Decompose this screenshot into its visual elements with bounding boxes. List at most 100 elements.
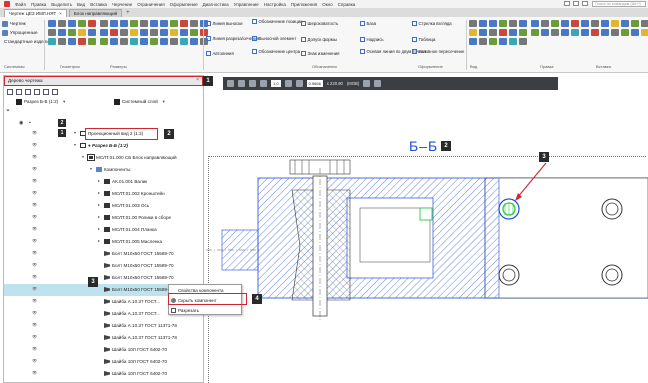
- expand-toggle-icon[interactable]: ▾: [74, 130, 76, 135]
- tree-row-label: АК.01.001 Валик: [112, 178, 148, 184]
- expand-toggle-icon[interactable]: ▸: [98, 190, 100, 195]
- eye-icon[interactable]: 👁: [32, 202, 37, 207]
- eye-icon[interactable]: 👁: [32, 310, 37, 315]
- part-node-icon: [104, 227, 110, 232]
- list-view-icon[interactable]: [16, 88, 22, 95]
- bolt-node-icon: [104, 311, 110, 316]
- tree-row-label: Шайба А.10.37 ГОСТ 11371-78: [112, 322, 177, 328]
- part-node-icon: [104, 215, 110, 220]
- options-icon[interactable]: [52, 88, 58, 95]
- asm-node-icon: [87, 154, 95, 161]
- tree-row[interactable]: 👁 ▸ МСЛТ.01.005 Масленка: [4, 236, 204, 248]
- tree-row[interactable]: 👁 ▸ АК.01.001 Валик: [4, 176, 204, 188]
- view-selector-icon: [16, 98, 22, 105]
- roller: [291, 168, 351, 322]
- eye-icon[interactable]: 👁: [32, 298, 37, 303]
- bolt-node-icon: [104, 335, 110, 340]
- chevron-down-icon: ▼: [161, 99, 166, 104]
- tree-row-label: Шайба 10Л ГОСТ 6402-70: [112, 346, 167, 352]
- tree-row-label: Шайба 10Л ГОСТ 6402-70: [112, 370, 167, 376]
- tree-row-label: Болт М10х50 ГОСТ 15589-70: [112, 250, 174, 256]
- eye-icon[interactable]: 👁: [32, 346, 37, 351]
- tree-row-label: МСЛТ.01.004 Планка: [112, 226, 157, 232]
- bolt-node-icon: [104, 287, 110, 292]
- tree-row[interactable]: 👁 Шайба 10Л ГОСТ 6402-70: [4, 368, 204, 380]
- expand-toggle-icon[interactable]: ▸: [98, 178, 100, 183]
- expand-toggle-icon[interactable]: ▾: [82, 154, 84, 159]
- side-plate: [206, 229, 260, 271]
- eye-icon[interactable]: 👁: [32, 154, 37, 159]
- expand-toggle-icon[interactable]: ▸: [98, 226, 100, 231]
- chevron-down-icon: ▼: [62, 99, 67, 104]
- eye-column-icon: ◉: [19, 119, 24, 126]
- expand-icon[interactable]: [34, 88, 40, 95]
- tree-row[interactable]: 👁 Шайба А.10.37 ГОСТ 11371-78: [4, 320, 204, 332]
- tree-row-label: МСЛТ.01.000 СБ Блок направляющий: [96, 154, 177, 160]
- tree-row[interactable]: 👁 Болт М10х50 ГОСТ 15589-70: [4, 272, 204, 284]
- eye-icon[interactable]: 👁: [32, 190, 37, 195]
- expand-toggle-icon[interactable]: ▾: [90, 166, 92, 171]
- tree-row[interactable]: 👁 ▸ МСЛТ.01.004 Планка: [4, 224, 204, 236]
- bolt-node-icon: [104, 371, 110, 376]
- annotation-badge-3: 3: [88, 277, 98, 287]
- eye-icon[interactable]: 👁: [32, 322, 37, 327]
- tree-row[interactable]: 👁 Шайба 10Л ГОСТ 6402-70: [4, 356, 204, 368]
- highlight-hide-item: [168, 293, 247, 305]
- eye-icon[interactable]: 👁: [32, 142, 37, 147]
- eye-icon[interactable]: 👁: [32, 178, 37, 183]
- tree-row[interactable]: 👁 ▸ МСЛТ.01.00 Ролики в сборе: [4, 212, 204, 224]
- eye-icon[interactable]: 👁: [32, 334, 37, 339]
- tree-row[interactable]: 👁 ▾ ● Разрез Б-Б (1:2): [4, 140, 204, 152]
- menu-item-cut[interactable]: Разрезать: [169, 306, 243, 315]
- tree-column-badge: 2: [58, 119, 66, 127]
- tree-column-header: ◉ ▪: [4, 118, 204, 127]
- tree-row[interactable]: 👁 Болт М10х50 ГОСТ 15589-70: [4, 260, 204, 272]
- part-node-icon: [104, 191, 110, 196]
- tree-row[interactable]: 👁 ▸ МСЛТ.01.003 Ось: [4, 200, 204, 212]
- tree-row-label: МСЛТ.01.00 Ролики в сборе: [112, 214, 172, 220]
- part-node-icon: [104, 203, 110, 208]
- tree-row-label: Шайба 10Л ГОСТ 6402-70: [112, 358, 167, 364]
- tree-row[interactable]: 👁 Шайба 10Л ГОСТ 6402-70: [4, 344, 204, 356]
- annotation-badge-4: 4: [252, 294, 262, 304]
- tree-row-label: Компоненты: [104, 166, 131, 172]
- tree-row[interactable]: 👁 ▾ Компоненты: [4, 164, 204, 176]
- eye-icon[interactable]: 👁: [32, 214, 37, 219]
- tree-row[interactable]: 👁 ▸ МСЛТ.01.002 Кронштейн: [4, 188, 204, 200]
- bolt-node-icon: [104, 359, 110, 364]
- eye-icon[interactable]: 👁: [32, 262, 37, 267]
- tree-row-label: Болт М10х50 ГОСТ 15589-70: [112, 286, 174, 292]
- expand-toggle-icon[interactable]: ▸: [98, 202, 100, 207]
- eye-icon[interactable]: 👁: [32, 238, 37, 243]
- part-node-icon: [104, 179, 110, 184]
- eye-icon[interactable]: 👁: [32, 286, 37, 291]
- collapse-icon[interactable]: [25, 88, 31, 95]
- tree-row-label: ● Разрез Б-Б (1:2): [88, 142, 129, 148]
- expand-toggle-icon[interactable]: ▸: [98, 214, 100, 219]
- expand-toggle-icon[interactable]: ▾: [74, 142, 76, 147]
- menu-item-label: Разрезать: [178, 308, 200, 313]
- tree-row-label: Болт М10х50 ГОСТ 15589-70: [112, 262, 174, 268]
- sort-icon[interactable]: [43, 88, 49, 95]
- eye-icon[interactable]: 👁: [32, 358, 37, 363]
- tree-row[interactable]: 👁 ▾ МСЛТ.01.000 СБ Блок направляющий: [4, 152, 204, 164]
- expand-toggle-icon[interactable]: ▸: [98, 238, 100, 243]
- close-icon[interactable]: ×: [196, 77, 199, 84]
- drawing-tree-panel: Дерево чертежа × Разрез Б-Б (1:2) ▼ Сист…: [3, 75, 204, 383]
- eye-icon[interactable]: 👁: [32, 226, 37, 231]
- tree-row[interactable]: 👁 Болт М10х50 ГОСТ 15589-70: [4, 248, 204, 260]
- bolt-node-icon: [104, 263, 110, 268]
- view-selector[interactable]: Разрез Б-Б (1:2) ▼: [16, 97, 66, 106]
- tree-view-icon[interactable]: [7, 88, 13, 95]
- view-node-icon: [80, 143, 86, 148]
- panel-toolbar: [4, 86, 203, 97]
- bolt-node-icon: [104, 251, 110, 256]
- layer-selector[interactable]: Системный слой ▼: [114, 97, 166, 106]
- eye-icon[interactable]: 👁: [32, 166, 37, 171]
- eye-icon[interactable]: 👁: [32, 274, 37, 279]
- tree-row[interactable]: 👁 Шайба А.10.37 ГОСТ 11371-78: [4, 332, 204, 344]
- funnel-icon[interactable]: ⏷: [6, 108, 10, 114]
- eye-icon[interactable]: 👁: [32, 370, 37, 375]
- eye-icon[interactable]: 👁: [32, 130, 37, 135]
- eye-icon[interactable]: 👁: [32, 250, 37, 255]
